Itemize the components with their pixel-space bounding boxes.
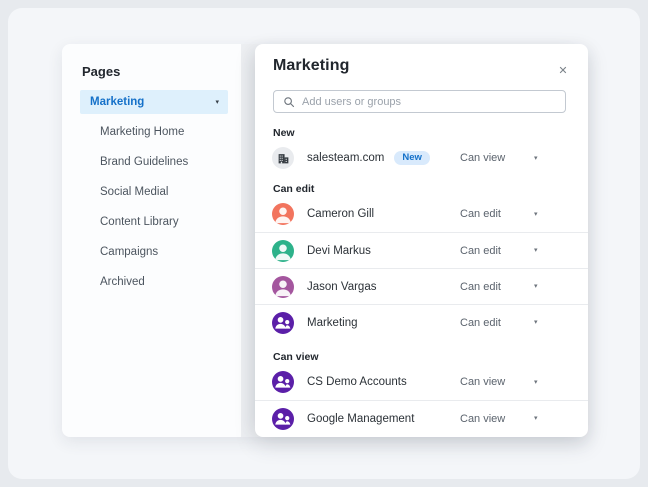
member-name: Google Management [307, 413, 414, 425]
permission-select-label[interactable]: Can view [460, 152, 505, 164]
caret-down-icon[interactable]: ▾ [534, 283, 538, 290]
add-users-input[interactable] [295, 96, 565, 108]
search-icon [283, 96, 295, 108]
section-label: Can view [273, 350, 588, 364]
sidebar-nav: Marketing ▾ Marketing Home Brand Guidelines… [82, 90, 241, 297]
app-surface: Pages Marketing ▾ Marketing Home Brand Guid… [8, 8, 640, 479]
user-avatar [272, 240, 294, 262]
close-icon[interactable]: ✕ [556, 63, 570, 77]
member-name: Devi Markus [307, 245, 371, 257]
sidebar-item-archived[interactable]: Archived [82, 267, 241, 297]
sidebar-item-campaigns[interactable]: Campaigns [82, 237, 241, 267]
sidebar-item-label: Campaigns [100, 246, 158, 258]
panel-title: Marketing [273, 57, 349, 75]
group-avatar-icon [272, 408, 294, 430]
permission-sections: Newsalesteam.comNewCan view▾Can editCame… [255, 122, 588, 436]
member-name: Jason Vargas [307, 281, 376, 293]
member-row-cs-demo-accounts: CS Demo Accounts Can view ▾ [255, 364, 588, 400]
permission-select-label[interactable]: Can edit [460, 281, 501, 293]
caret-down-icon[interactable]: ▾ [534, 379, 538, 386]
sidebar-item-marketing[interactable]: Marketing ▾ [80, 90, 228, 114]
sidebar-item-label: Content Library [100, 216, 179, 228]
caret-down-icon[interactable]: ▾ [534, 211, 538, 218]
permission-select-label[interactable]: Can edit [460, 245, 501, 257]
sidebar-item-label: Brand Guidelines [100, 156, 188, 168]
section-can-view: Can viewCS Demo AccountsCan view▾Google … [255, 350, 588, 436]
permission-select-label[interactable]: Can edit [460, 208, 501, 220]
sidebar-item-label: Marketing Home [100, 126, 184, 138]
section-can-edit: Can editCameron GillCan edit▾Devi Markus… [255, 182, 588, 340]
member-name: Cameron Gill [307, 208, 374, 220]
member-row-google-management: Google Management Can view ▾ [255, 400, 588, 436]
sidebar-title: Pages [82, 64, 241, 79]
section-label: Can edit [273, 182, 588, 196]
caret-down-icon[interactable]: ▾ [534, 319, 538, 326]
member-name: salesteam.com [307, 152, 384, 164]
permission-select-label[interactable]: Can view [460, 376, 505, 388]
permission-select-label[interactable]: Can view [460, 413, 505, 425]
member-row-jason-vargas: Jason Vargas Can edit ▾ [255, 268, 588, 304]
user-avatar [272, 276, 294, 298]
sidebar-item-label: Archived [100, 276, 145, 288]
pages-sidebar: Pages Marketing ▾ Marketing Home Brand Guid… [62, 44, 241, 437]
member-row-marketing: Marketing Can edit ▾ [255, 304, 588, 340]
sidebar-item-social-medial[interactable]: Social Medial [82, 177, 241, 207]
sidebar-item-marketing-home[interactable]: Marketing Home [82, 117, 241, 147]
share-panel: Marketing ✕ New salesteam.com New Can view ▾… [255, 44, 588, 437]
group-avatar-icon [272, 371, 294, 393]
caret-down-icon[interactable]: ▾ [534, 155, 538, 162]
caret-down-icon[interactable]: ▾ [534, 247, 538, 254]
sidebar-item-label: Social Medial [100, 186, 168, 198]
user-avatar [272, 203, 294, 225]
caret-down-icon[interactable]: ▾ [534, 415, 538, 422]
member-name: Marketing [307, 317, 358, 329]
member-row-salesteam-com: salesteam.com New Can view ▾ [255, 140, 588, 176]
search-box[interactable] [273, 90, 566, 113]
member-name: CS Demo Accounts [307, 376, 407, 388]
section-new: New salesteam.com New Can view ▾ [255, 126, 588, 176]
member-row-cameron-gill: Cameron Gill Can edit ▾ [255, 196, 588, 232]
sidebar-item-brand-guidelines[interactable]: Brand Guidelines [82, 147, 241, 177]
member-row-devi-markus: Devi Markus Can edit ▾ [255, 232, 588, 268]
permission-select-label[interactable]: Can edit [460, 317, 501, 329]
section-label: New [273, 126, 588, 140]
group-avatar-icon [272, 312, 294, 334]
new-badge: New [394, 151, 430, 166]
sidebar-item-label: Marketing [90, 96, 144, 108]
sidebar-item-content-library[interactable]: Content Library [82, 207, 241, 237]
caret-down-icon[interactable]: ▾ [215, 99, 219, 106]
organization-building-icon [272, 147, 294, 169]
